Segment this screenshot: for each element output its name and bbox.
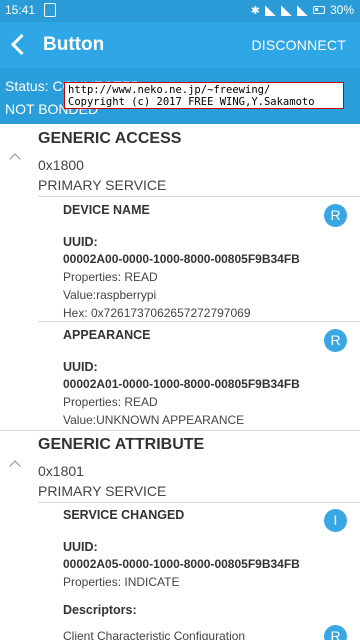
overlay-copyright: Copyright (c) 2017 FREE WING,Y.Sakamoto bbox=[68, 96, 315, 108]
service-uuid: 0x1801 bbox=[38, 463, 84, 479]
app-bar: Button DISCONNECT bbox=[0, 22, 360, 68]
signal-icon-2 bbox=[280, 4, 292, 16]
characteristic-uuid: 00002A00-0000-1000-8000-00805F9B34FB bbox=[63, 252, 300, 266]
clock: 15:41 bbox=[5, 3, 36, 17]
characteristic-properties: Properties: INDICATE bbox=[63, 575, 180, 589]
battery-level: 30% bbox=[329, 3, 354, 17]
bluetooth-icon: ✱ bbox=[250, 4, 260, 17]
characteristic-name: DEVICE NAME bbox=[63, 203, 150, 217]
descriptor-name: Client Characteristic Configuration bbox=[63, 629, 246, 640]
characteristic-value: Value:UNKNOWN APPEARANCE bbox=[63, 413, 245, 427]
chevron-up-icon[interactable] bbox=[9, 458, 21, 470]
chevron-up-icon[interactable] bbox=[9, 151, 21, 163]
wifi-icon bbox=[296, 4, 308, 16]
service-uuid: 0x1800 bbox=[38, 157, 84, 173]
characteristic-properties: Properties: READ bbox=[63, 270, 158, 284]
read-badge-icon[interactable]: R bbox=[324, 204, 347, 227]
signal-icon bbox=[264, 4, 276, 16]
characteristic-device-name[interactable]: DEVICE NAME R UUID: 00002A00-0000-1000-8… bbox=[0, 197, 360, 321]
descriptors-label: Descriptors: bbox=[63, 603, 137, 617]
overlay-url: http://www.neko.ne.jp/~freewing/ bbox=[68, 84, 271, 96]
service-type: PRIMARY SERVICE bbox=[38, 177, 167, 193]
back-arrow-icon[interactable] bbox=[8, 33, 30, 57]
indicate-badge-icon[interactable]: I bbox=[324, 509, 347, 532]
system-status-bar: 15:41 ✱ 30% bbox=[0, 0, 360, 22]
copyright-overlay: http://www.neko.ne.jp/~freewing/ Copyrig… bbox=[64, 82, 344, 109]
read-badge-icon[interactable]: R bbox=[324, 329, 347, 352]
characteristic-value: Value:raspberrypi bbox=[63, 288, 157, 302]
uuid-label: UUID: bbox=[63, 235, 98, 249]
characteristic-appearance[interactable]: APPEARANCE R UUID: 00002A01-0000-1000-80… bbox=[0, 322, 360, 430]
status-icons: ✱ 30% bbox=[251, 3, 354, 17]
service-name: GENERIC ATTRIBUTE bbox=[38, 436, 205, 453]
page-title: Button bbox=[43, 34, 105, 55]
disconnect-button[interactable]: DISCONNECT bbox=[251, 37, 346, 53]
read-badge-icon[interactable]: R bbox=[324, 625, 347, 640]
notification-icon bbox=[44, 3, 56, 17]
service-type: PRIMARY SERVICE bbox=[38, 483, 167, 499]
service-name: GENERIC ACCESS bbox=[38, 130, 182, 147]
battery-icon bbox=[312, 6, 325, 14]
uuid-label: UUID: bbox=[63, 360, 98, 374]
characteristic-name: APPEARANCE bbox=[63, 328, 151, 342]
service-generic-access[interactable]: GENERIC ACCESS 0x1800 PRIMARY SERVICE DE… bbox=[0, 124, 360, 430]
characteristic-service-changed[interactable]: SERVICE CHANGED I UUID: 00002A05-0000-10… bbox=[0, 503, 360, 640]
characteristic-name: SERVICE CHANGED bbox=[63, 508, 185, 522]
characteristic-uuid: 00002A05-0000-1000-8000-00805F9B34FB bbox=[63, 557, 300, 571]
characteristic-uuid: 00002A01-0000-1000-8000-00805F9B34FB bbox=[63, 377, 300, 391]
service-generic-attribute[interactable]: GENERIC ATTRIBUTE 0x1801 PRIMARY SERVICE… bbox=[0, 431, 360, 640]
characteristic-hex: Hex: 0x7261737062657272797069 bbox=[63, 306, 251, 320]
characteristic-properties: Properties: READ bbox=[63, 395, 158, 409]
uuid-label: UUID: bbox=[63, 540, 98, 554]
